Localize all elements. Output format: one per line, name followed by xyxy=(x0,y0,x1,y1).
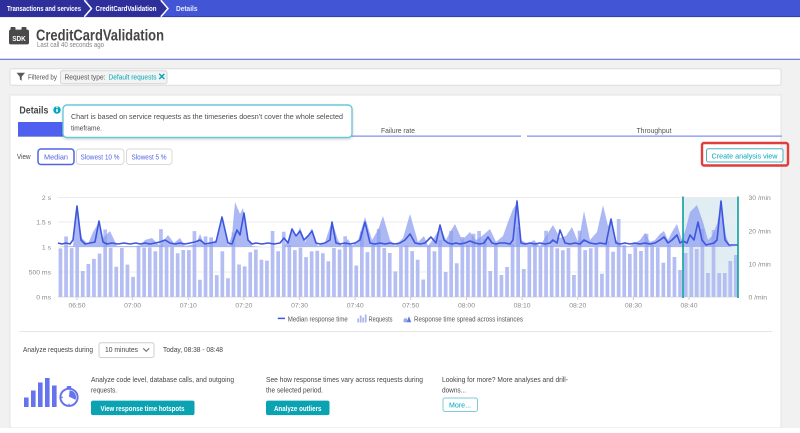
svg-text:Today, 08:38 - 08:48: Today, 08:38 - 08:48 xyxy=(163,345,223,354)
svg-text:Default requests: Default requests xyxy=(109,73,157,82)
svg-text:Analyze code level, database c: Analyze code level, database calls, and … xyxy=(91,375,234,384)
svg-text:1.5 s: 1.5 s xyxy=(36,219,51,226)
svg-text:2 s: 2 s xyxy=(42,195,52,202)
svg-text:Median response time: Median response time xyxy=(288,316,348,324)
svg-text:requests.: requests. xyxy=(91,385,117,394)
svg-text:Looking for more? More analyse: Looking for more? More analyses and dril… xyxy=(442,375,569,384)
svg-text:0 /min: 0 /min xyxy=(749,294,768,301)
svg-text:Throughput: Throughput xyxy=(637,126,672,135)
svg-text:08:20: 08:20 xyxy=(569,303,586,310)
svg-text:Slowest 10 %: Slowest 10 % xyxy=(81,152,121,161)
svg-text:10 minutes: 10 minutes xyxy=(105,345,138,354)
svg-text:30 /min: 30 /min xyxy=(749,195,772,202)
svg-text:08:40: 08:40 xyxy=(680,303,697,310)
svg-text:20 /min: 20 /min xyxy=(749,228,772,235)
svg-text:07:40: 07:40 xyxy=(347,303,364,310)
svg-text:Analyze outliers: Analyze outliers xyxy=(274,406,322,413)
svg-text:View response time hotspots: View response time hotspots xyxy=(101,406,185,413)
svg-text:Failure rate: Failure rate xyxy=(381,126,415,135)
svg-text:10 /min: 10 /min xyxy=(749,261,772,268)
svg-text:Analyze requests during: Analyze requests during xyxy=(23,345,93,354)
svg-text:Transactions and services: Transactions and services xyxy=(7,4,81,13)
svg-text:Create analysis view: Create analysis view xyxy=(712,151,779,160)
svg-text:07:20: 07:20 xyxy=(235,303,252,310)
svg-text:08:00: 08:00 xyxy=(458,303,475,310)
svg-text:Details: Details xyxy=(176,4,198,13)
svg-text:the selected period.: the selected period. xyxy=(266,385,323,394)
svg-text:Response time spread across in: Response time spread across instances xyxy=(414,316,523,324)
svg-text:07:00: 07:00 xyxy=(124,303,141,310)
svg-text:Details: Details xyxy=(19,106,48,117)
svg-text:See how response times vary ac: See how response times vary across reque… xyxy=(266,375,423,384)
svg-text:More...: More... xyxy=(449,401,471,410)
svg-text:Chart is based on service requ: Chart is based on service requests as th… xyxy=(71,112,343,121)
svg-text:1 s: 1 s xyxy=(42,244,52,251)
svg-text:07:50: 07:50 xyxy=(402,303,419,310)
svg-text:SDK: SDK xyxy=(12,34,26,43)
svg-text:07:30: 07:30 xyxy=(291,303,308,310)
svg-text:downs...: downs... xyxy=(442,385,466,394)
svg-text:500 ms: 500 ms xyxy=(29,269,52,276)
svg-text:06:50: 06:50 xyxy=(68,303,85,310)
svg-text:08:10: 08:10 xyxy=(514,303,531,310)
svg-text:Request type:: Request type: xyxy=(65,73,106,82)
svg-text:timeframe.: timeframe. xyxy=(71,124,102,133)
svg-text:Median: Median xyxy=(44,152,68,161)
svg-text:0 ms: 0 ms xyxy=(36,294,51,301)
svg-text:CreditCardValidation: CreditCardValidation xyxy=(96,4,157,13)
svg-text:Slowest 5 %: Slowest 5 % xyxy=(132,152,168,161)
svg-text:View: View xyxy=(17,152,31,161)
svg-text:08:30: 08:30 xyxy=(625,303,642,310)
svg-text:Filtered by: Filtered by xyxy=(28,73,57,82)
svg-text:07:10: 07:10 xyxy=(180,303,197,310)
svg-text:Last call 40 seconds ago: Last call 40 seconds ago xyxy=(37,40,104,49)
svg-text:Requests: Requests xyxy=(369,316,393,324)
